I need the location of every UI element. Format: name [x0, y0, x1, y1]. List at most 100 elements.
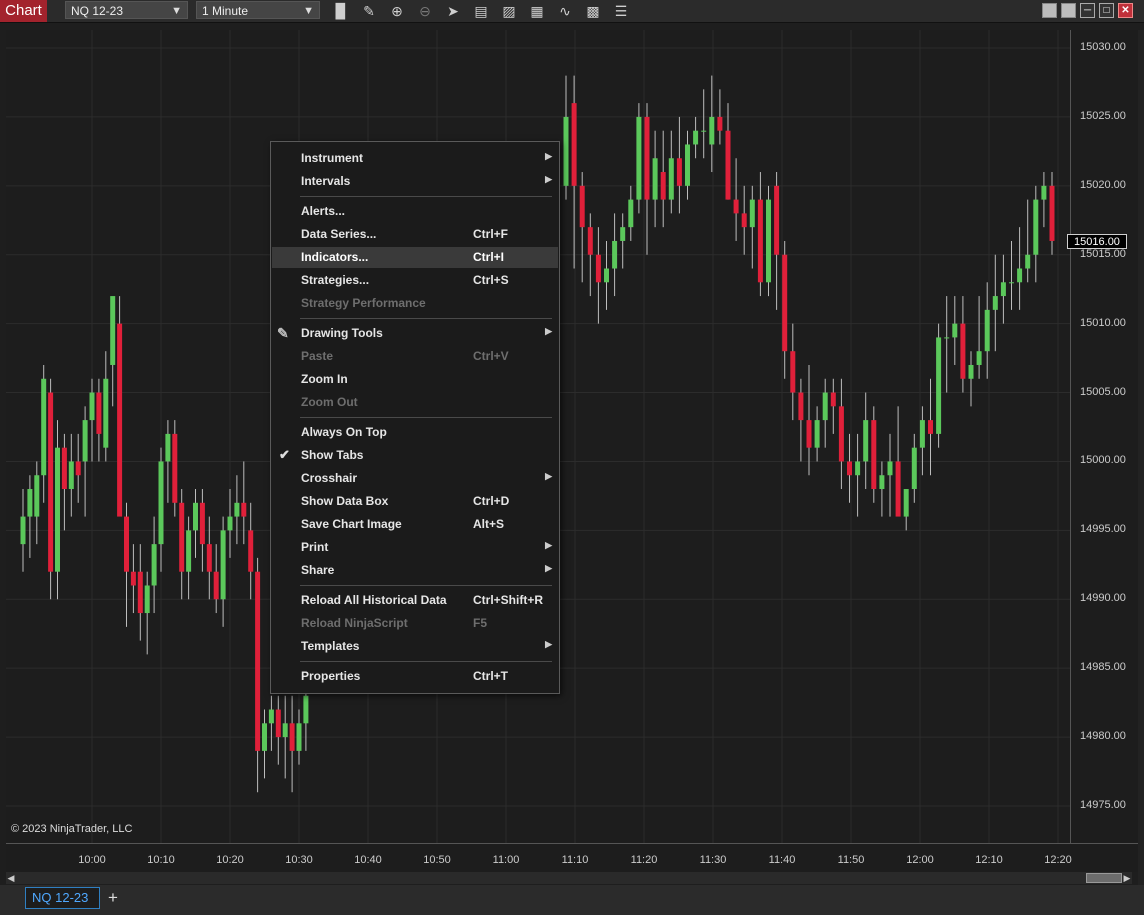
candle-body	[693, 130, 699, 145]
minimize-icon[interactable]: ─	[1080, 3, 1095, 18]
scroll-left-icon[interactable]: ◀	[6, 872, 16, 884]
candle-body	[289, 723, 295, 751]
submenu-arrow-icon: ▶	[545, 540, 552, 550]
candle-body	[303, 695, 309, 724]
menu-item-intervals[interactable]: Intervals ▶	[272, 171, 558, 192]
candle-body	[604, 268, 609, 283]
interval-selector[interactable]: 1 Minute ▼	[196, 1, 320, 19]
submenu-arrow-icon: ▶	[545, 563, 552, 573]
menu-item-shortcut: Ctrl+I	[473, 250, 505, 264]
menu-item-show-tabs[interactable]: ✔ Show Tabs	[272, 445, 558, 466]
chart-trader-icon[interactable]: ▨	[500, 2, 518, 20]
menu-item-crosshair[interactable]: Crosshair ▶	[272, 468, 558, 489]
candle-body	[863, 420, 869, 462]
candle-body	[838, 406, 844, 462]
candle-body	[296, 723, 302, 751]
time-axis[interactable]: 10:00 10:10 10:20 10:30 10:40 10:50 11:00 11:10…	[6, 843, 1138, 872]
bar-type-icon[interactable]: ▉	[332, 2, 350, 20]
add-tab-button[interactable]: +	[104, 887, 122, 909]
time-tick-label: 10:40	[354, 854, 382, 866]
menu-item-properties[interactable]: Properties Ctrl+T	[272, 666, 558, 687]
data-box-icon[interactable]: ▤	[472, 2, 490, 20]
right-edge	[1138, 30, 1144, 885]
candle-body	[282, 723, 288, 738]
menu-item-share[interactable]: Share ▶	[272, 560, 558, 581]
properties-icon[interactable]: ▩	[584, 2, 602, 20]
menu-item-templates[interactable]: Templates ▶	[272, 636, 558, 657]
menu-item-zoom-in[interactable]: Zoom In	[272, 369, 558, 390]
horizontal-scrollbar[interactable]: ◀ ▶	[6, 872, 1132, 884]
candle-body	[814, 420, 820, 448]
candle-body	[1017, 268, 1023, 283]
candle-body	[48, 392, 54, 572]
price-axis[interactable]: 15030.00 15025.00 15020.00 15015.00 15010.00…	[1070, 30, 1139, 843]
candle-body	[82, 420, 88, 462]
candle-body	[262, 723, 267, 751]
list-icon[interactable]: ☰	[612, 2, 630, 20]
candle-body	[117, 323, 123, 517]
scroll-thumb[interactable]	[1086, 873, 1122, 883]
price-tick-label: 15005.00	[1080, 385, 1126, 398]
menu-item-save-chart-image[interactable]: Save Chart Image Alt+S	[272, 514, 558, 535]
price-tick-label: 15010.00	[1080, 316, 1126, 329]
close-icon[interactable]: ✕	[1118, 3, 1133, 18]
candle-body	[1009, 282, 1014, 284]
menu-item-alerts[interactable]: Alerts...	[272, 201, 558, 222]
candle-body	[668, 158, 674, 200]
menu-item-strategies[interactable]: Strategies... Ctrl+S	[272, 270, 558, 291]
strategies-icon[interactable]: ∿	[556, 2, 574, 20]
window-title: Chart	[0, 0, 47, 22]
menu-item-strategy-performance: Strategy Performance	[272, 293, 558, 314]
candle-body	[213, 571, 219, 600]
zoom-in-icon[interactable]: ⊕	[388, 2, 406, 20]
candle-body	[124, 516, 129, 572]
scroll-right-icon[interactable]: ▶	[1122, 872, 1132, 884]
menu-item-shortcut: Ctrl+T	[473, 669, 509, 683]
menu-item-print[interactable]: Print ▶	[272, 537, 558, 558]
candle-body	[563, 116, 569, 186]
candle-body	[960, 323, 966, 379]
interval-value: 1 Minute	[202, 4, 249, 18]
maximize-icon[interactable]: □	[1099, 3, 1114, 18]
candle-body	[34, 475, 40, 517]
time-tick-label: 10:20	[216, 854, 244, 866]
submenu-arrow-icon: ▶	[545, 151, 552, 161]
candle-body	[830, 392, 836, 407]
menu-item-data-series[interactable]: Data Series... Ctrl+F	[272, 224, 558, 245]
menu-separator	[300, 196, 552, 197]
menu-item-always-on-top[interactable]: Always On Top	[272, 422, 558, 443]
candle-body	[847, 461, 852, 476]
candle-body	[1025, 254, 1031, 269]
candle-body	[89, 392, 95, 421]
window-btn-2[interactable]	[1061, 3, 1076, 18]
menu-item-show-data-box[interactable]: Show Data Box Ctrl+D	[272, 491, 558, 512]
candle-body	[268, 709, 274, 724]
candle-body	[984, 309, 990, 352]
tab-nq-12-23[interactable]: NQ 12-23	[25, 887, 100, 909]
candle-body	[587, 227, 593, 255]
candle-body	[806, 420, 812, 448]
candle-body	[733, 199, 739, 214]
menu-item-reload-ninjascript: Reload NinjaScript F5	[272, 613, 558, 634]
menu-item-indicators[interactable]: Indicators... Ctrl+I	[272, 247, 558, 268]
time-tick-label: 12:10	[975, 854, 1003, 866]
menu-item-drawing-tools[interactable]: ✎ Drawing Tools ▶	[272, 323, 558, 344]
zoom-out-icon[interactable]: ⊖	[416, 2, 434, 20]
indicators-icon[interactable]: ▦	[528, 2, 546, 20]
candle-body	[911, 447, 917, 490]
menu-item-label: Reload NinjaScript	[301, 616, 408, 630]
menu-item-instrument[interactable]: Instrument ▶	[272, 148, 558, 169]
candle-body	[725, 130, 731, 200]
menu-separator	[300, 585, 552, 586]
candle-body	[798, 392, 804, 421]
menu-item-shortcut: Ctrl+D	[473, 494, 510, 508]
window-btn-1[interactable]	[1042, 3, 1057, 18]
candle-body	[61, 447, 67, 490]
pointer-icon[interactable]: ➤	[444, 2, 462, 20]
submenu-arrow-icon: ▶	[545, 471, 552, 481]
pencil-icon[interactable]: ✎	[360, 2, 378, 20]
chevron-down-icon: ▼	[171, 5, 182, 17]
menu-item-reload-all-historical-data[interactable]: Reload All Historical Data Ctrl+Shift+R	[272, 590, 558, 611]
instrument-selector[interactable]: NQ 12-23 ▼	[65, 1, 188, 19]
candle-body	[41, 378, 47, 476]
